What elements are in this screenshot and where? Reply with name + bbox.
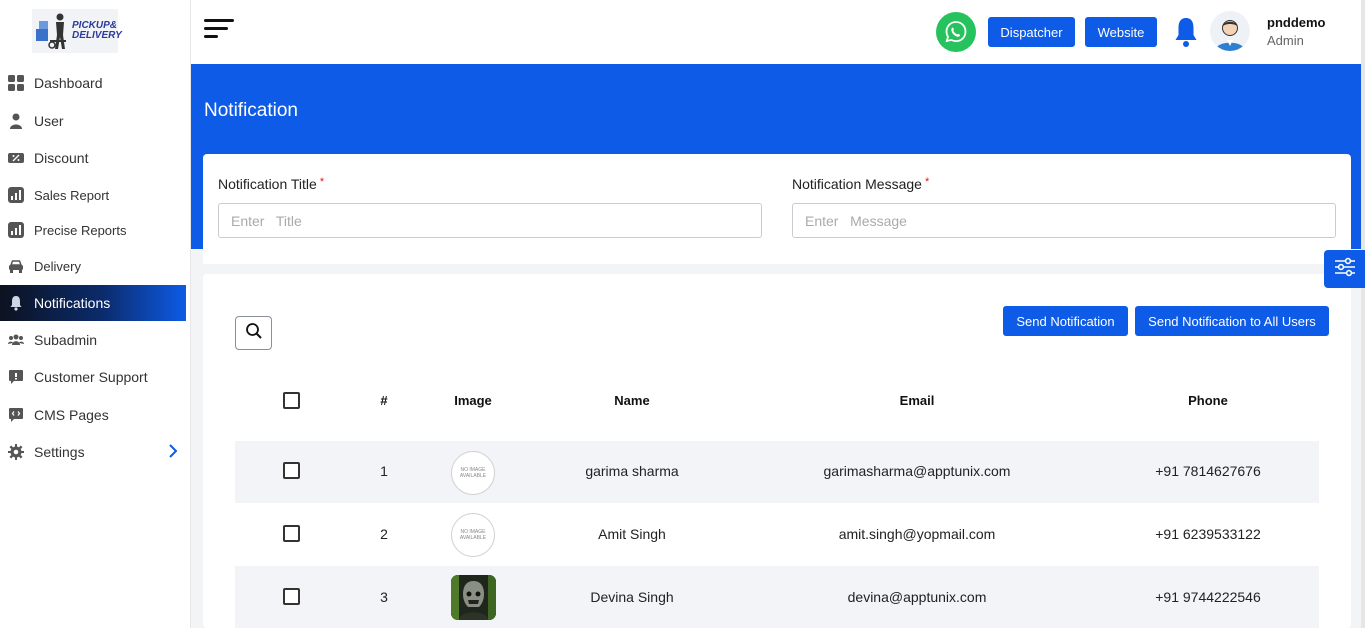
whatsapp-icon[interactable]: [936, 12, 976, 52]
sidebar-item-cms-pages[interactable]: CMS Pages: [0, 397, 186, 433]
notification-message-input[interactable]: [792, 203, 1336, 238]
sidebar-item-precise-reports[interactable]: Precise Reports: [0, 212, 186, 248]
user-name: pnddemo: [1267, 15, 1326, 30]
delivery-man-icon: [34, 11, 72, 51]
report-icon: [8, 187, 24, 203]
required-asterisk: *: [924, 176, 930, 188]
sidebar: PICKUP& DELIVERY Dashboard User Discount: [0, 0, 191, 628]
sidebar-item-label: Sales Report: [34, 187, 110, 203]
sidebar-item-dashboard[interactable]: Dashboard: [0, 65, 186, 101]
sidebar-item-label: Delivery: [34, 258, 81, 274]
table-row[interactable]: 2 NO IMAGE AVAILABLE Amit Singh amit.sin…: [235, 503, 1319, 565]
sidebar-item-sales-report[interactable]: Sales Report: [0, 177, 186, 213]
row-phone: +91 6239533122: [1155, 526, 1261, 542]
no-image-text: NO IMAGE AVAILABLE: [459, 529, 487, 541]
row-number: 2: [380, 526, 388, 542]
column-header-email: Email: [899, 393, 935, 408]
row-name: Amit Singh: [598, 526, 666, 542]
row-name: Devina Singh: [590, 589, 674, 605]
filter-settings-button[interactable]: [1324, 250, 1365, 288]
column-header-phone: Phone: [1188, 393, 1228, 408]
row-checkbox[interactable]: [283, 525, 300, 542]
notification-title-label: Notification Title *: [218, 176, 324, 192]
report-icon: [8, 222, 24, 238]
user-role: Admin: [1267, 33, 1304, 48]
row-phone: +91 9744222546: [1155, 589, 1261, 605]
send-notification-button[interactable]: Send Notification: [1003, 306, 1128, 336]
row-email: devina@apptunix.com: [847, 589, 987, 605]
dispatcher-button[interactable]: Dispatcher: [988, 17, 1075, 47]
users-table-card: Send Notification Send Notification to A…: [203, 274, 1351, 628]
discount-icon: [8, 150, 24, 166]
search-icon: [245, 322, 263, 345]
column-header-image: Image: [454, 393, 492, 408]
website-button[interactable]: Website: [1085, 17, 1157, 47]
sidebar-item-label: Settings: [34, 444, 85, 460]
sidebar-item-user[interactable]: User: [0, 103, 186, 139]
sidebar-item-label: CMS Pages: [34, 407, 109, 423]
sidebar-item-subadmin[interactable]: Subadmin: [0, 322, 186, 358]
bell-icon: [8, 295, 24, 311]
chat-icon: [8, 369, 24, 385]
user-icon: [8, 113, 24, 129]
notification-message-label-text: Notification Message: [792, 176, 922, 192]
required-asterisk: *: [319, 176, 325, 188]
no-image-text: NO IMAGE AVAILABLE: [459, 467, 487, 479]
app-logo[interactable]: PICKUP& DELIVERY: [32, 9, 122, 53]
top-header: Dispatcher Website pnddemo Admin: [191, 0, 1361, 64]
notification-bell-icon[interactable]: [1172, 16, 1200, 48]
select-all-checkbox[interactable]: [283, 392, 300, 409]
notification-title-input[interactable]: [218, 203, 762, 238]
user-photo: [451, 575, 496, 620]
sidebar-item-label: Discount: [34, 150, 89, 166]
sidebar-item-label: User: [34, 113, 64, 129]
sidebar-item-label: Customer Support: [34, 369, 148, 385]
page-title: Notification: [204, 100, 298, 121]
table-row[interactable]: 1 NO IMAGE AVAILABLE garima sharma garim…: [235, 441, 1319, 503]
send-notification-all-button[interactable]: Send Notification to All Users: [1135, 306, 1329, 336]
logo-line-2: DELIVERY: [72, 30, 122, 41]
menu-toggle-icon[interactable]: [204, 19, 236, 43]
no-image-placeholder: NO IMAGE AVAILABLE: [451, 451, 495, 495]
gear-icon: [8, 444, 24, 460]
code-chat-icon: [8, 407, 24, 423]
row-checkbox[interactable]: [283, 588, 300, 605]
table-row[interactable]: 3 Devina Singh devina@apptunix.com +91 9…: [235, 566, 1319, 628]
row-number: 1: [380, 463, 388, 479]
column-header-number: #: [380, 393, 388, 408]
sidebar-item-notifications[interactable]: Notifications: [0, 285, 186, 321]
chevron-right-icon: [168, 443, 178, 462]
sidebar-item-label: Dashboard: [34, 75, 103, 91]
search-button[interactable]: [235, 316, 272, 350]
car-icon: [8, 258, 24, 274]
notification-message-label: Notification Message *: [792, 176, 929, 192]
sidebar-item-settings[interactable]: Settings: [0, 434, 186, 470]
dashboard-icon: [8, 75, 24, 91]
sidebar-item-discount[interactable]: Discount: [0, 140, 186, 176]
sliders-icon: [1334, 257, 1356, 282]
row-phone: +91 7814627676: [1155, 463, 1261, 479]
row-checkbox[interactable]: [283, 462, 300, 479]
notification-title-label-text: Notification Title: [218, 176, 317, 192]
users-icon: [8, 332, 24, 348]
user-avatar[interactable]: [1210, 11, 1250, 51]
logo-text: PICKUP& DELIVERY: [72, 21, 122, 41]
row-email: garimasharma@apptunix.com: [823, 463, 1011, 479]
sidebar-item-label: Notifications: [34, 295, 111, 311]
notification-form-card: Notification Title* Notification Message…: [203, 154, 1351, 264]
no-image-placeholder: NO IMAGE AVAILABLE: [451, 513, 495, 557]
column-header-name: Name: [614, 393, 650, 408]
page-scrollbar[interactable]: [1361, 0, 1365, 628]
sidebar-item-label: Precise Reports: [34, 222, 127, 238]
sidebar-item-delivery[interactable]: Delivery: [0, 248, 186, 284]
row-email: amit.singh@yopmail.com: [838, 526, 996, 542]
row-number: 3: [380, 589, 388, 605]
sidebar-item-customer-support[interactable]: Customer Support: [0, 359, 186, 395]
row-name: garima sharma: [585, 463, 679, 479]
sidebar-item-label: Subadmin: [34, 332, 98, 348]
